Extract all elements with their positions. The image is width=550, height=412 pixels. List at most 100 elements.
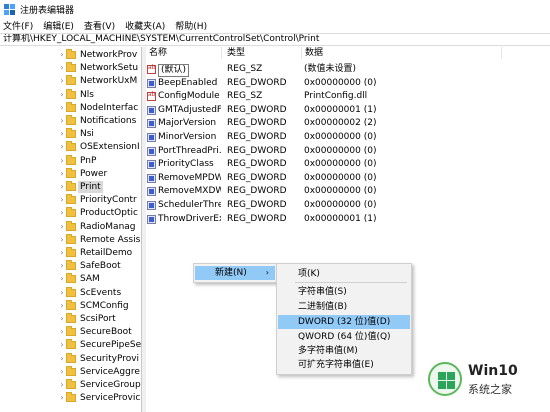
chevron-right-icon[interactable]: › — [58, 76, 66, 86]
tree-item[interactable]: › Print — [0, 181, 141, 193]
tree-item[interactable]: › ScEvents — [0, 286, 141, 299]
chevron-right-icon[interactable]: › — [58, 156, 66, 166]
chevron-right-icon[interactable]: › — [58, 90, 66, 100]
chevron-right-icon[interactable]: › — [58, 393, 66, 403]
menu-file[interactable]: 文件(F) — [3, 19, 33, 32]
tree-item[interactable]: › SAM — [0, 273, 141, 285]
chevron-right-icon[interactable]: › — [58, 367, 66, 377]
value-type: REG_SZ — [227, 91, 263, 102]
value-row[interactable]: PriorityClass REG_DWORD 0x00000000 (0) — [146, 158, 550, 171]
value-row[interactable]: BeepEnabled REG_DWORD 0x00000000 (0) — [146, 77, 550, 90]
value-row[interactable]: ConfigModule REG_SZ PrintConfig.dll — [146, 90, 550, 103]
chevron-right-icon[interactable]: › — [58, 208, 66, 218]
tree-item[interactable]: › SafeBoot — [0, 260, 141, 272]
context-menu-new[interactable]: 新建(N) › — [195, 266, 275, 280]
chevron-right-icon[interactable]: › — [58, 274, 66, 284]
tree-item[interactable]: › RadioManag — [0, 220, 141, 233]
chevron-right-icon[interactable]: › — [58, 301, 66, 311]
value-type: REG_DWORD — [227, 104, 287, 115]
chevron-right-icon[interactable]: › — [58, 129, 66, 139]
watermark-line1: Win10 — [468, 363, 518, 379]
context-menu: 新建(N) › — [193, 263, 277, 283]
tree-item[interactable]: › Nsi — [0, 128, 141, 140]
tree-item[interactable]: › NetworkUxM — [0, 75, 141, 87]
chevron-right-icon[interactable]: › — [58, 288, 66, 298]
chevron-right-icon[interactable]: › — [58, 235, 66, 245]
submenu-item[interactable]: 多字符串值(M) — [278, 344, 410, 358]
tree-item[interactable]: › Power — [0, 167, 141, 180]
menu-favorites[interactable]: 收藏夹(A) — [125, 19, 165, 32]
tree-item[interactable]: › ProductOptic — [0, 207, 141, 219]
chevron-right-icon[interactable]: › — [58, 195, 66, 205]
chevron-right-icon[interactable]: › — [58, 354, 66, 364]
menu-bar: 文件(F) 编辑(E) 查看(V) 收藏夹(A) 帮助(H) — [0, 18, 550, 33]
tree-item[interactable]: › ServiceAggre — [0, 365, 141, 378]
folder-icon — [66, 313, 76, 323]
chevron-right-icon[interactable]: › — [58, 182, 66, 192]
chevron-right-icon[interactable]: › — [58, 103, 66, 113]
column-header-data[interactable]: 数据 — [302, 47, 502, 59]
submenu-item[interactable]: DWORD (32 位)值(D) — [278, 315, 410, 329]
value-row[interactable]: MajorVersion REG_DWORD 0x00000002 (2) — [146, 117, 550, 130]
tree-item[interactable]: › OSExtensionI — [0, 141, 141, 153]
chevron-right-icon[interactable]: › — [58, 116, 66, 126]
chevron-right-icon[interactable]: › — [58, 169, 66, 179]
value-row[interactable]: RemoveMXDW REG_DWORD 0x00000000 (0) — [146, 185, 550, 198]
column-header-name[interactable]: 名称 — [146, 47, 222, 59]
value-row[interactable]: RemoveMPDW REG_DWORD 0x00000000 (0) — [146, 172, 550, 185]
column-header-type[interactable]: 类型 — [224, 47, 302, 59]
chevron-right-icon[interactable]: › — [58, 327, 66, 337]
tree-item[interactable]: › ScsiPort — [0, 313, 141, 325]
binary-value-icon — [147, 201, 156, 210]
value-row[interactable]: (默认) REG_SZ (数值未设置) — [146, 63, 550, 77]
menu-help[interactable]: 帮助(H) — [175, 19, 207, 32]
value-row[interactable]: GMTAdjustedF... REG_DWORD 0x00000001 (1) — [146, 104, 550, 117]
tree-item[interactable]: › SCMConfig — [0, 299, 141, 312]
tree-item[interactable]: › SecurityProvi — [0, 352, 141, 365]
chevron-right-icon[interactable]: › — [58, 50, 66, 60]
binary-value-icon — [147, 133, 156, 142]
chevron-right-icon[interactable]: › — [58, 248, 66, 258]
watermark: Win10 系统之家 — [428, 362, 550, 412]
chevron-right-icon[interactable]: › — [58, 261, 66, 271]
chevron-right-icon[interactable]: › — [58, 63, 66, 73]
value-row[interactable]: SchedulerThre... REG_DWORD 0x00000000 (0) — [146, 199, 550, 212]
value-type: REG_DWORD — [227, 172, 287, 183]
chevron-right-icon[interactable]: › — [58, 340, 66, 350]
folder-icon — [66, 62, 76, 73]
chevron-right-icon[interactable]: › — [58, 380, 66, 390]
tree-item[interactable]: › ServiceGroup — [0, 379, 141, 391]
tree-item[interactable]: › Nls — [0, 88, 141, 101]
value-data: 0x00000001 (1) — [304, 213, 377, 224]
tree-item[interactable]: › PriorityContr — [0, 194, 141, 206]
binary-value-icon — [147, 119, 156, 129]
tree-item[interactable]: › Notifications — [0, 115, 141, 127]
chevron-right-icon[interactable]: › — [58, 142, 66, 152]
tree-item[interactable]: › RetailDemo — [0, 247, 141, 259]
tree-item[interactable]: › ServiceProvic — [0, 392, 141, 404]
submenu-item[interactable]: 二进制值(B) — [278, 300, 410, 314]
tree-item[interactable]: › NetworkSetu — [0, 62, 141, 74]
address-bar[interactable]: 计算机\HKEY_LOCAL_MACHINE\SYSTEM\CurrentCon… — [0, 33, 550, 46]
value-row[interactable]: PortThreadPri... REG_DWORD 0x00000000 (0) — [146, 145, 550, 158]
tree-item[interactable]: › Remote Assis — [0, 233, 141, 246]
value-row[interactable]: ThrowDriverEx... REG_DWORD 0x00000001 (1) — [146, 213, 550, 226]
tree-item[interactable]: › PnP — [0, 154, 141, 167]
binary-value-icon — [147, 105, 156, 115]
chevron-right-icon[interactable]: › — [58, 314, 66, 324]
submenu-item[interactable]: 项(K) — [278, 267, 410, 281]
value-row[interactable]: MinorVersion REG_DWORD 0x00000000 (0) — [146, 131, 550, 144]
value-name: (默认) — [158, 64, 190, 77]
menu-view[interactable]: 查看(V) — [84, 19, 115, 32]
tree-item[interactable]: › NodeInterfac — [0, 101, 141, 114]
tree-item[interactable]: › SecurePipeSe — [0, 339, 141, 351]
tree-item[interactable]: › NetworkProv — [0, 49, 141, 61]
value-name: ThrowDriverEx... — [158, 213, 221, 224]
chevron-right-icon[interactable]: › — [58, 222, 66, 232]
submenu-item[interactable]: 字符串值(S) — [278, 285, 410, 299]
menu-edit[interactable]: 编辑(E) — [43, 19, 74, 32]
tree-item-label: ServiceGroup — [80, 380, 141, 390]
tree-item[interactable]: › SecureBoot — [0, 326, 141, 338]
submenu-item[interactable]: QWORD (64 位)值(Q) — [278, 330, 410, 344]
submenu-item[interactable]: 可扩充字符串值(E) — [278, 358, 410, 372]
